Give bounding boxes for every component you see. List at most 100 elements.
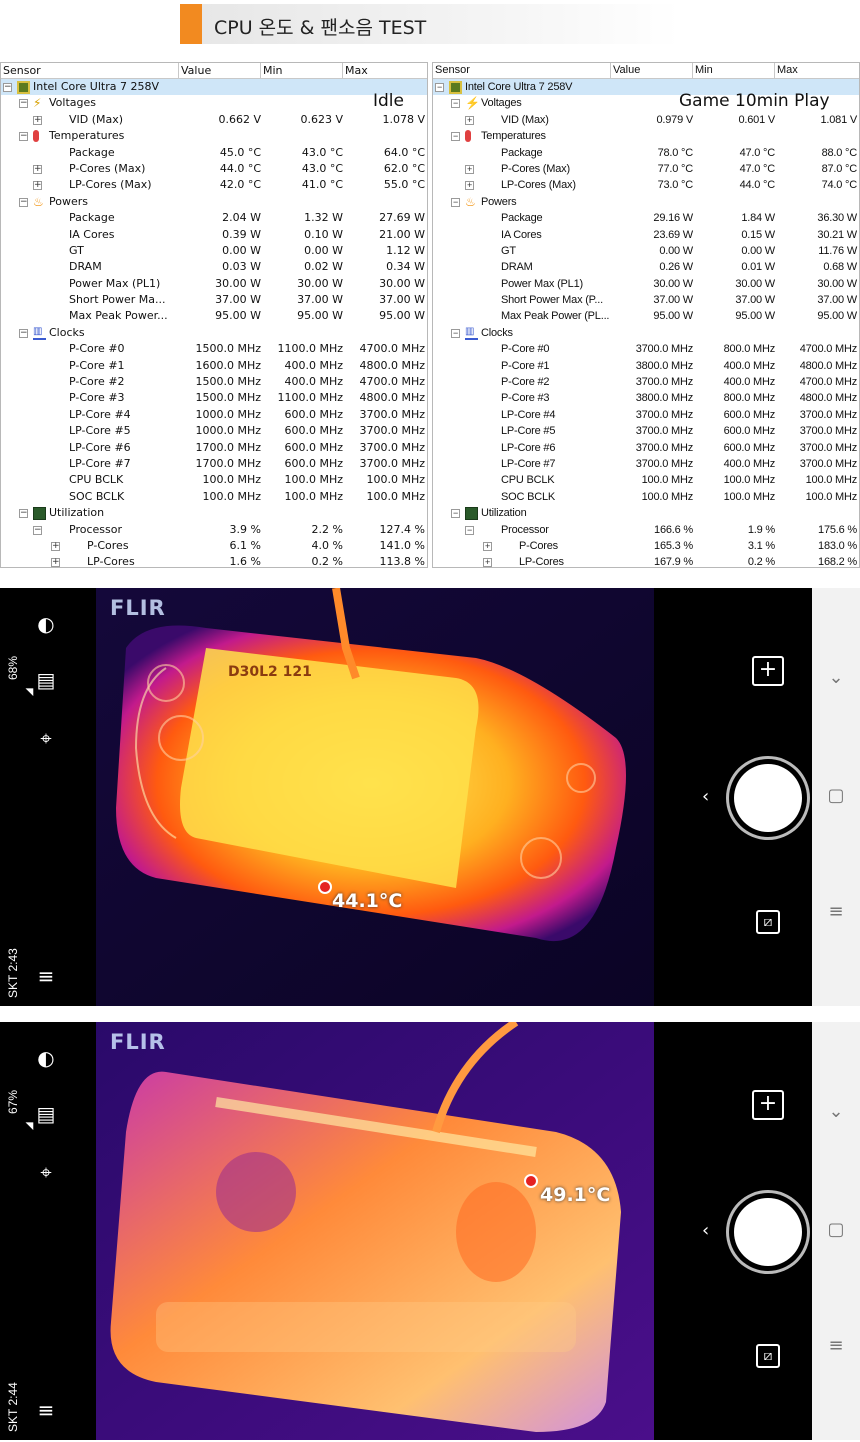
- expand-icon[interactable]: +: [465, 115, 474, 125]
- sensor-row[interactable]: P-Core #1 3800.0 MHz 400.0 MHz 4800.0 MHz: [433, 358, 859, 374]
- sensor-row[interactable]: LP-Core #7 1700.0 MHz 600.0 MHz 3700.0 MHz: [1, 456, 427, 472]
- sensor-row[interactable]: IA Cores 0.39 W 0.10 W 21.00 W: [1, 227, 427, 243]
- collapse-icon[interactable]: −: [19, 132, 28, 142]
- sensor-row[interactable]: CPU BCLK 100.0 MHz 100.0 MHz 100.0 MHz: [433, 472, 859, 488]
- back-icon[interactable]: ‹: [702, 786, 709, 807]
- expand-icon[interactable]: +: [483, 558, 492, 567]
- sensor-row[interactable]: + LP-Cores (Max) 42.0 °C 41.0 °C 55.0 °C: [1, 177, 427, 193]
- sensor-row[interactable]: P-Core #0 3700.0 MHz 800.0 MHz 4700.0 MHz: [433, 341, 859, 357]
- sensor-row[interactable]: − ▥ Clocks: [1, 325, 427, 341]
- sensor-row[interactable]: Package 78.0 °C 47.0 °C 88.0 °C: [433, 145, 859, 161]
- sensor-row[interactable]: − Intel Core Ultra 7 258V: [1, 79, 427, 96]
- sensor-row[interactable]: Short Power Max (P... 37.00 W 37.00 W 37.00…: [433, 292, 859, 308]
- home-icon[interactable]: ▢: [824, 784, 848, 808]
- sensor-row[interactable]: − ⚡ Voltages: [1, 95, 427, 111]
- sensor-row[interactable]: LP-Core #4 1000.0 MHz 600.0 MHz 3700.0 MHz: [1, 407, 427, 423]
- collapse-icon[interactable]: −: [451, 132, 460, 142]
- collapse-icon[interactable]: −: [19, 509, 28, 519]
- collapse-icon[interactable]: −: [451, 509, 460, 519]
- sensor-row[interactable]: Max Peak Power... 95.00 W 95.00 W 95.00 W: [1, 308, 427, 324]
- sensor-row[interactable]: LP-Core #6 1700.0 MHz 600.0 MHz 3700.0 MHz: [1, 440, 427, 456]
- sensor-row[interactable]: + LP-Cores (Max) 73.0 °C 44.0 °C 74.0 °C: [433, 177, 859, 193]
- sensor-row[interactable]: LP-Core #6 3700.0 MHz 600.0 MHz 3700.0 MHz: [433, 440, 859, 456]
- sensor-row[interactable]: + P-Cores (Max) 77.0 °C 47.0 °C 87.0 °C: [433, 161, 859, 177]
- contrast-icon[interactable]: ◐: [34, 1046, 58, 1070]
- sensor-row[interactable]: DRAM 0.03 W 0.02 W 0.34 W: [1, 259, 427, 275]
- sensor-row[interactable]: Package 2.04 W 1.32 W 27.69 W: [1, 210, 427, 226]
- sensor-row[interactable]: GT 0.00 W 0.00 W 1.12 W: [1, 243, 427, 259]
- sensor-row[interactable]: Short Power Ma... 37.00 W 37.00 W 37.00 W: [1, 292, 427, 308]
- recents-icon[interactable]: ≡: [824, 1334, 848, 1358]
- header-value[interactable]: Value: [179, 63, 261, 78]
- expand-icon[interactable]: +: [33, 115, 42, 125]
- collapse-icon[interactable]: −: [435, 83, 444, 92]
- collapse-icon[interactable]: −: [451, 197, 460, 207]
- sensor-row[interactable]: + LP-Cores 1.6 % 0.2 % 113.8 %: [1, 554, 427, 567]
- sensor-row[interactable]: P-Core #3 1500.0 MHz 1100.0 MHz 4800.0 MHz: [1, 390, 427, 406]
- chevron-down-icon[interactable]: ⌄: [824, 666, 848, 690]
- header-max[interactable]: Max: [775, 63, 859, 78]
- sensor-row[interactable]: + LP-Cores 167.9 % 0.2 % 168.2 %: [433, 554, 859, 567]
- chevron-down-icon[interactable]: ⌄: [824, 1100, 848, 1124]
- sensor-row[interactable]: P-Core #2 1500.0 MHz 400.0 MHz 4700.0 MHz: [1, 374, 427, 390]
- sensor-row[interactable]: Max Peak Power (PL... 95.00 W 95.00 W 95.00…: [433, 308, 859, 324]
- sensor-row[interactable]: − Utilization: [433, 505, 859, 521]
- header-value[interactable]: Value: [611, 63, 693, 78]
- collapse-icon[interactable]: −: [19, 99, 28, 109]
- ruler-icon[interactable]: ▤: [34, 1102, 58, 1126]
- expand-icon[interactable]: +: [465, 181, 474, 191]
- sensor-row[interactable]: Package 29.16 W 1.84 W 36.30 W: [433, 210, 859, 226]
- sensor-row[interactable]: P-Core #2 3700.0 MHz 400.0 MHz 4700.0 MHz: [433, 374, 859, 390]
- ruler-icon[interactable]: ▤: [34, 668, 58, 692]
- sensor-row[interactable]: + P-Cores (Max) 44.0 °C 43.0 °C 62.0 °C: [1, 161, 427, 177]
- collapse-icon[interactable]: −: [19, 197, 28, 207]
- header-min[interactable]: Min: [261, 63, 343, 78]
- header-sensor[interactable]: Sensor: [433, 63, 611, 78]
- expand-icon[interactable]: +: [51, 541, 60, 551]
- expand-icon[interactable]: +: [483, 541, 492, 551]
- crosshair-icon[interactable]: ⌖: [34, 726, 58, 750]
- header-max[interactable]: Max: [343, 63, 427, 78]
- sensor-row[interactable]: − Utilization: [1, 505, 427, 521]
- sensor-row[interactable]: − ▥ Clocks: [433, 325, 859, 341]
- sensor-row[interactable]: P-Core #3 3800.0 MHz 800.0 MHz 4800.0 MHz: [433, 390, 859, 406]
- expand-icon[interactable]: +: [51, 558, 60, 567]
- sensor-row[interactable]: GT 0.00 W 0.00 W 11.76 W: [433, 243, 859, 259]
- sensor-row[interactable]: + P-Cores 165.3 % 3.1 % 183.0 %: [433, 538, 859, 554]
- collapse-icon[interactable]: −: [19, 328, 28, 338]
- menu-icon[interactable]: ≡: [34, 964, 58, 988]
- expand-icon[interactable]: +: [33, 164, 42, 174]
- menu-icon[interactable]: ≡: [34, 1398, 58, 1422]
- spot-marker[interactable]: [318, 880, 332, 894]
- sensor-row[interactable]: SOC BCLK 100.0 MHz 100.0 MHz 100.0 MHz: [433, 489, 859, 505]
- header-min[interactable]: Min: [693, 63, 775, 78]
- sensor-row[interactable]: LP-Core #4 3700.0 MHz 600.0 MHz 3700.0 MHz: [433, 407, 859, 423]
- collapse-icon[interactable]: −: [451, 328, 460, 338]
- sensor-row[interactable]: IA Cores 23.69 W 0.15 W 30.21 W: [433, 227, 859, 243]
- sensor-row[interactable]: DRAM 0.26 W 0.01 W 0.68 W: [433, 259, 859, 275]
- recents-icon[interactable]: ≡: [824, 900, 848, 924]
- home-icon[interactable]: ▢: [824, 1218, 848, 1242]
- expand-icon[interactable]: +: [465, 164, 474, 174]
- sensor-row[interactable]: Power Max (PL1) 30.00 W 30.00 W 30.00 W: [1, 276, 427, 292]
- sensor-row[interactable]: Package 45.0 °C 43.0 °C 64.0 °C: [1, 145, 427, 161]
- sensor-row[interactable]: − ♨ Powers: [1, 194, 427, 210]
- sensor-row[interactable]: Power Max (PL1) 30.00 W 30.00 W 30.00 W: [433, 276, 859, 292]
- sensor-row[interactable]: + VID (Max) 0.979 V 0.601 V 1.081 V: [433, 112, 859, 128]
- sensor-row[interactable]: LP-Core #7 3700.0 MHz 400.0 MHz 3700.0 MHz: [433, 456, 859, 472]
- sensor-row[interactable]: CPU BCLK 100.0 MHz 100.0 MHz 100.0 MHz: [1, 472, 427, 488]
- sensor-row[interactable]: LP-Core #5 1000.0 MHz 600.0 MHz 3700.0 MHz: [1, 423, 427, 439]
- sensor-row[interactable]: − Temperatures: [1, 128, 427, 144]
- shutter-button[interactable]: [734, 764, 802, 832]
- sensor-row[interactable]: + VID (Max) 0.662 V 0.623 V 1.078 V: [1, 112, 427, 128]
- sensor-row[interactable]: LP-Core #5 3700.0 MHz 600.0 MHz 3700.0 MHz: [433, 423, 859, 439]
- collapse-icon[interactable]: −: [3, 83, 12, 92]
- sensor-row[interactable]: − Temperatures: [433, 128, 859, 144]
- gallery-icon[interactable]: ⧄: [756, 910, 780, 934]
- header-sensor[interactable]: Sensor: [1, 63, 179, 78]
- contrast-icon[interactable]: ◐: [34, 612, 58, 636]
- collapse-icon[interactable]: −: [465, 525, 474, 535]
- sensor-row[interactable]: − Processor 166.6 % 1.9 % 175.6 %: [433, 522, 859, 538]
- collapse-icon[interactable]: −: [451, 99, 460, 109]
- sensor-row[interactable]: P-Core #1 1600.0 MHz 400.0 MHz 4800.0 MHz: [1, 358, 427, 374]
